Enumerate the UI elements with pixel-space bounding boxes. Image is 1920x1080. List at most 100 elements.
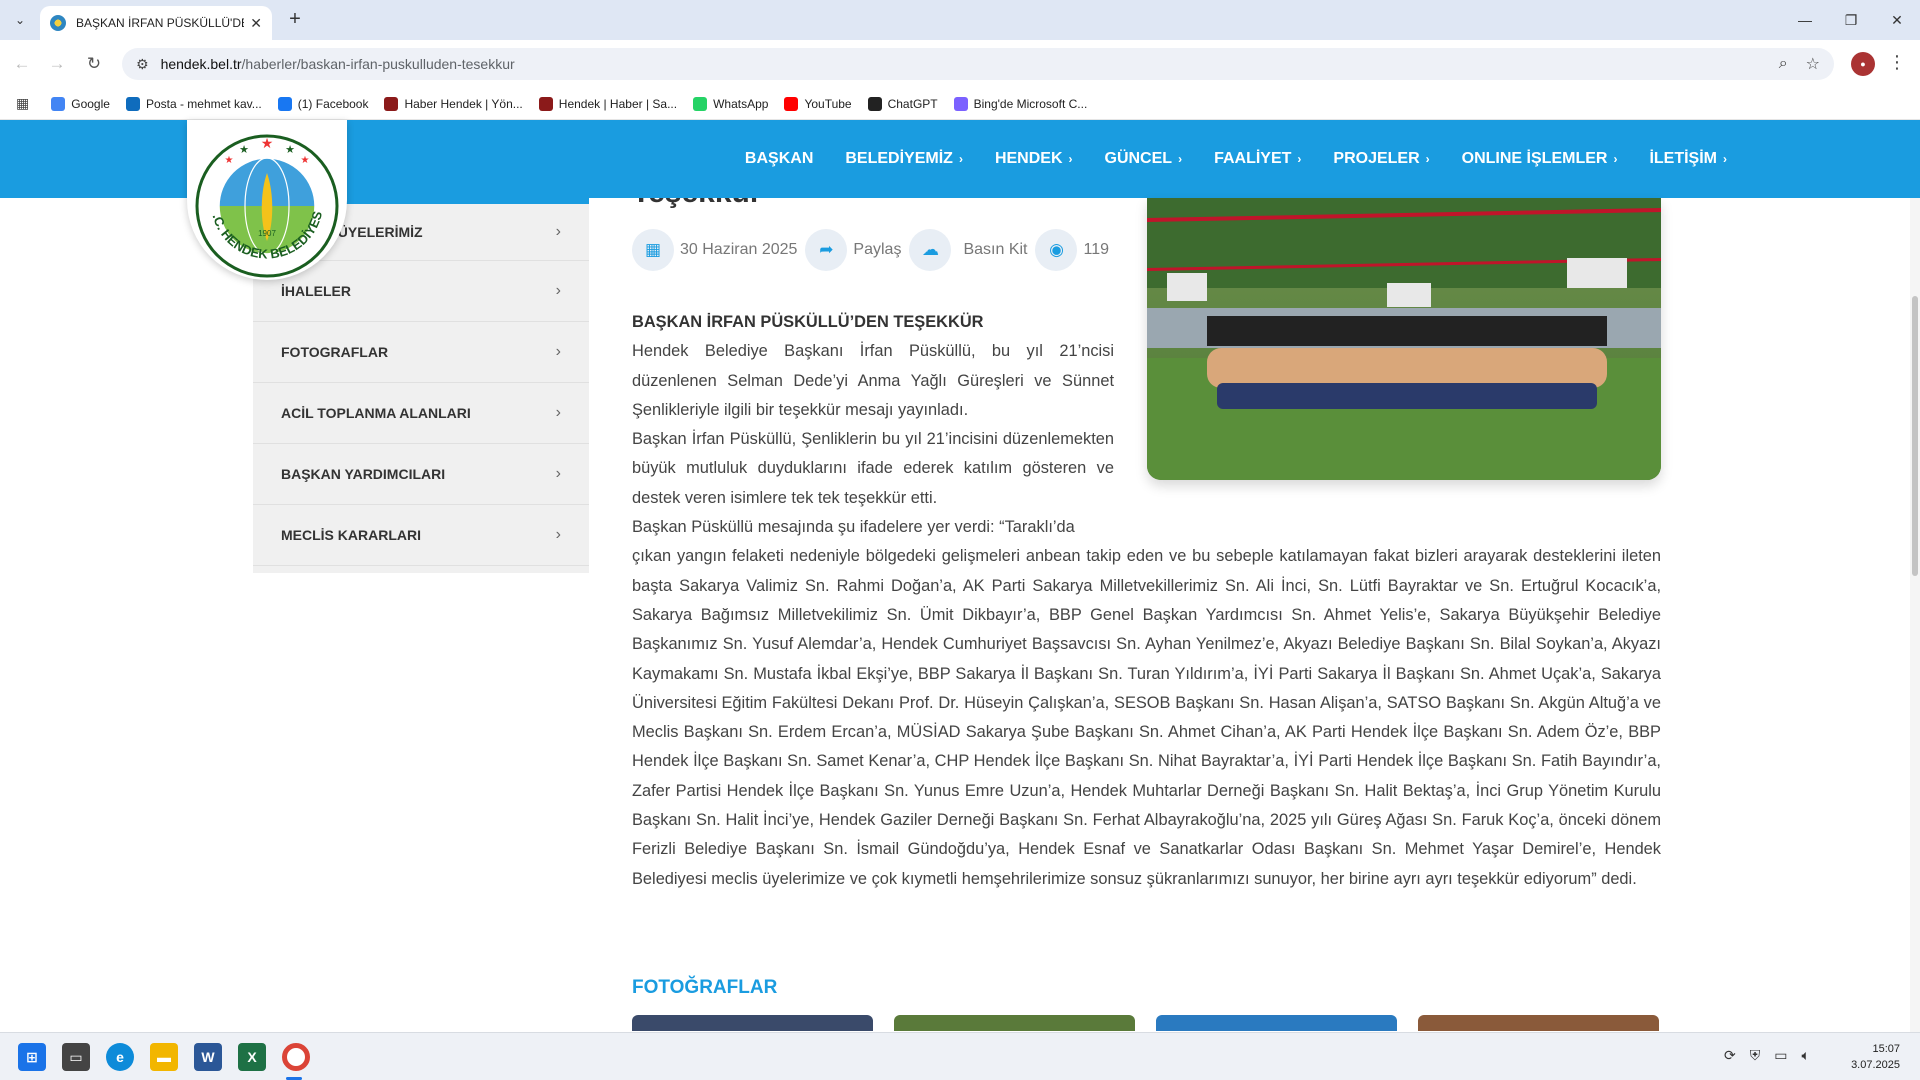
gallery-thumb[interactable] — [1418, 1015, 1659, 1031]
chevron-right-icon: › — [1613, 152, 1618, 166]
file-explorer-icon[interactable]: ▬ — [150, 1043, 178, 1071]
profile-avatar[interactable]: ● — [1851, 52, 1875, 76]
chevron-right-icon: › — [555, 404, 561, 421]
chevron-right-icon: › — [1178, 152, 1183, 166]
nav-item-label: BELEDİYEMİZ — [845, 150, 953, 167]
share-label[interactable]: Paylaş — [853, 241, 901, 259]
bookmark-favicon-icon — [384, 96, 399, 111]
volume-icon[interactable]: 🔈︎ — [1801, 1047, 1809, 1064]
bookmark-item[interactable]: (1) Facebook — [277, 96, 368, 111]
forward-arrow-icon[interactable]: → — [45, 52, 69, 76]
bookmark-item[interactable]: Bing'de Microsoft C... — [953, 96, 1088, 111]
browser-tabstrip: ⌄ BAŞKAN İRFAN PÜSKÜLLÜ'DEN ✕ + — ❐ ✕ — [0, 0, 1920, 40]
browser-tab-active[interactable]: BAŞKAN İRFAN PÜSKÜLLÜ'DEN ✕ — [40, 6, 272, 40]
bookmark-item[interactable]: WhatsApp — [693, 96, 769, 111]
sidebar-item-label: FOTOGRAFLAR — [281, 344, 389, 360]
start-windows-icon[interactable]: ⊞ — [18, 1043, 46, 1071]
network-icon[interactable]: ▭ — [1774, 1047, 1787, 1064]
clock[interactable]: 15:07 3.07.2025 — [1851, 1041, 1900, 1073]
browser-menu-icon[interactable]: ⋮ — [1888, 52, 1906, 73]
bookmark-item[interactable]: YouTube — [784, 96, 852, 111]
chevron-right-icon: › — [1425, 152, 1430, 166]
bookmark-favicon-icon — [125, 96, 140, 111]
reload-icon[interactable]: ↻ — [82, 52, 106, 76]
bookmark-item[interactable]: Haber Hendek | Yön... — [384, 96, 523, 111]
main-navigation: BAŞKAN BELEDİYEMİZ › HENDEK › GÜNCEL › FAALİYET… — [713, 120, 1727, 198]
bookmark-label: WhatsApp — [713, 96, 769, 111]
bookmark-item[interactable]: ChatGPT — [867, 96, 938, 111]
bookmark-favicon-icon — [51, 96, 66, 111]
address-url[interactable]: hendek.bel.tr/haberler/baskan-irfan-pusk… — [161, 56, 1761, 72]
zoom-icon[interactable]: ⌕ — [1779, 55, 1788, 73]
nav-item-label: GÜNCEL — [1104, 150, 1173, 167]
chevron-right-icon: › — [555, 343, 561, 360]
bookmark-star-icon[interactable]: ☆ — [1806, 54, 1820, 74]
word-icon[interactable]: W — [194, 1043, 222, 1071]
chevron-right-icon: › — [555, 223, 561, 240]
nav-item-label: ONLINE İŞLEMLER — [1461, 150, 1608, 167]
restore-icon[interactable]: ❐ — [1828, 0, 1874, 40]
new-tab-plus-icon[interactable]: + — [283, 8, 307, 32]
municipality-logo[interactable]: ★ ★ ★ ★ ★ T.C. HENDEK BELEDİYESİ 1907 — [187, 120, 347, 280]
gallery-thumb[interactable] — [894, 1015, 1135, 1031]
close-window-icon[interactable]: ✕ — [1874, 0, 1920, 40]
task-view-icon[interactable]: ▭ — [62, 1043, 90, 1071]
bookmark-label: Posta - mehmet kav... — [145, 96, 262, 111]
cloud-download-icon[interactable]: ☁ — [909, 229, 952, 271]
bookmark-label: ChatGPT — [887, 96, 938, 111]
close-tab-icon[interactable]: ✕ — [250, 15, 262, 32]
bookmark-item[interactable]: Posta - mehmet kav... — [125, 96, 262, 111]
gallery-thumb[interactable] — [1156, 1015, 1397, 1031]
article-body: BAŞKAN İRFAN PÜSKÜLLÜ’DEN TEŞEKKÜR Hendek… — [632, 308, 1661, 894]
nav-item[interactable]: ONLINE İŞLEMLER › — [1462, 150, 1618, 168]
address-bar[interactable]: ⚙ hendek.bel.tr/haberler/baskan-irfan-pu… — [122, 48, 1834, 80]
svg-text:★: ★ — [261, 135, 274, 151]
svg-text:★: ★ — [285, 144, 295, 156]
url-path: /haberler/baskan-irfan-puskulluden-tesek… — [241, 56, 515, 72]
article-paragraph-3: çıkan yangın felaketi nedeniyle bölgedek… — [632, 547, 1661, 888]
gallery-thumb[interactable] — [632, 1015, 873, 1031]
sidebar-item[interactable]: MECLİS KARARLARI › — [253, 505, 589, 566]
minimize-icon[interactable]: — — [1782, 0, 1828, 40]
sidebar-item[interactable]: ACİL TOPLANMA ALANLARI › — [253, 383, 589, 444]
nav-item[interactable]: İLETİŞİM › — [1649, 150, 1727, 168]
tab-search-chevron-icon[interactable]: ⌄ — [8, 8, 32, 32]
bookmark-label: YouTube — [804, 96, 852, 111]
bookmark-item[interactable]: Google — [51, 96, 110, 111]
sidebar-item-label: MECLİS KARARLARI — [281, 527, 421, 543]
scrollbar-thumb[interactable] — [1912, 296, 1918, 576]
apps-grid-icon[interactable]: ▦ — [16, 95, 29, 112]
excel-icon[interactable]: X — [238, 1043, 266, 1071]
chrome-icon[interactable] — [282, 1043, 310, 1071]
press-kit-label[interactable]: Basın Kit — [963, 241, 1027, 259]
share-icon[interactable]: ➦ — [805, 229, 848, 271]
tab-title: BAŞKAN İRFAN PÜSKÜLLÜ'DEN — [76, 16, 245, 30]
article-date: 30 Haziran 2025 — [680, 241, 798, 258]
site-info-icon[interactable]: ⚙ — [136, 56, 149, 73]
chevron-right-icon: › — [958, 152, 963, 166]
article-meta: ▦ 30 Haziran 2025 ➦ Paylaş ☁ Basın Kit ◉… — [632, 229, 1117, 271]
nav-item[interactable]: BELEDİYEMİZ › — [845, 150, 963, 168]
page-scrollbar[interactable] — [1910, 198, 1920, 1032]
bookmark-label: Hendek | Haber | Sa... — [558, 96, 678, 111]
logo-year: 1907 — [258, 229, 276, 238]
bookmark-item[interactable]: Hendek | Haber | Sa... — [538, 96, 678, 111]
sidebar-item[interactable]: BAŞKAN YARDIMCILARI › — [253, 444, 589, 505]
sidebar-item[interactable]: FOTOGRAFLAR › — [253, 322, 589, 383]
nav-item[interactable]: PROJELER › — [1333, 150, 1429, 168]
nav-item[interactable]: BAŞKAN — [745, 150, 813, 168]
bookmark-label: Bing'de Microsoft C... — [973, 96, 1088, 111]
nav-item[interactable]: GÜNCEL › — [1105, 150, 1183, 168]
nav-item[interactable]: HENDEK › — [995, 150, 1073, 168]
security-shield-icon[interactable]: ⛨ — [1750, 1047, 1761, 1064]
chevron-right-icon: › — [555, 282, 561, 299]
back-arrow-icon[interactable]: ← — [10, 52, 34, 76]
nav-item[interactable]: FAALİYET › — [1214, 150, 1301, 168]
sync-icon[interactable]: ⟳ — [1724, 1047, 1736, 1064]
article-lead: BAŞKAN İRFAN PÜSKÜLLÜ’DEN TEŞEKKÜR — [632, 313, 984, 331]
edge-icon[interactable]: e — [106, 1043, 134, 1071]
bookmark-favicon-icon — [953, 96, 968, 111]
article-paragraph-3-start: Başkan Püsküllü mesajında şu ifadelere y… — [632, 518, 1075, 537]
bookmark-favicon-icon — [693, 96, 708, 111]
nav-item-label: HENDEK — [994, 150, 1063, 167]
